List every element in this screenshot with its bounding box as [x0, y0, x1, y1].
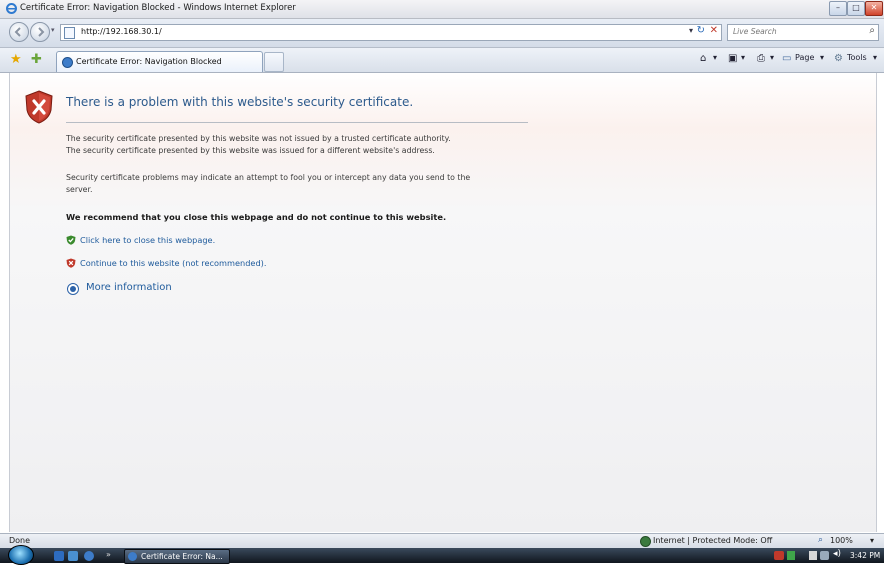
back-arrow-icon: [14, 27, 21, 37]
home-icon[interactable]: ⌂: [700, 53, 706, 64]
security-warning-shield-icon: [25, 90, 53, 124]
internet-zone-globe-icon: [640, 536, 651, 547]
quicklaunch-overflow-icon[interactable]: »: [106, 550, 111, 559]
taskbar-button-label: Certificate Error: Na...: [141, 552, 223, 561]
page-heading: There is a problem with this website's s…: [66, 95, 414, 109]
status-text: Done: [9, 536, 31, 545]
home-dropdown-icon[interactable]: ▾: [713, 53, 717, 62]
tray-alert-icon[interactable]: [774, 551, 784, 560]
green-shield-icon: [66, 235, 76, 245]
stop-icon[interactable]: ✕: [710, 25, 718, 36]
taskbar-ie-button[interactable]: Certificate Error: Na...: [124, 549, 230, 564]
heading-divider: [66, 122, 528, 123]
zoom-dropdown-icon[interactable]: ▾: [870, 536, 874, 545]
new-tab-button[interactable]: [264, 52, 284, 72]
page-content: There is a problem with this website's s…: [9, 73, 877, 532]
tray-app-icon[interactable]: [787, 551, 795, 560]
warning-text-line2: server.: [66, 185, 93, 194]
window-title: Certificate Error: Navigation Blocked - …: [20, 3, 296, 13]
address-mismatch-text: The security certificate presented by th…: [66, 146, 435, 155]
add-to-favorites-icon[interactable]: ✚: [31, 52, 42, 67]
zoom-level[interactable]: 100%: [830, 536, 853, 545]
tools-menu-button[interactable]: Tools: [847, 53, 867, 62]
volume-icon[interactable]: ◂): [833, 549, 841, 559]
more-information-link[interactable]: More information: [86, 282, 172, 293]
address-url[interactable]: http://192.168.30.1/: [81, 27, 162, 36]
page-menu-button[interactable]: Page: [795, 53, 814, 62]
ie-page-icon: [62, 57, 73, 68]
address-dropdown-icon[interactable]: ▾: [689, 26, 693, 35]
search-box[interactable]: Live Search ⌕: [727, 24, 879, 41]
continue-to-website-link[interactable]: Continue to this website (not recommende…: [80, 258, 266, 268]
taskbar: » Certificate Error: Na... ◂) 3:42 PM: [0, 545, 884, 565]
close-window-button[interactable]: ✕: [865, 1, 883, 16]
tab-certificate-error[interactable]: Certificate Error: Navigation Blocked: [56, 51, 263, 72]
clock[interactable]: 3:42 PM: [850, 551, 880, 560]
print-dropdown-icon[interactable]: ▾: [770, 53, 774, 62]
address-bar[interactable]: http://192.168.30.1/ ▾ ↻ ✕: [60, 24, 722, 41]
untrusted-ca-text: The security certificate presented by th…: [66, 134, 451, 143]
title-bar: Certificate Error: Navigation Blocked - …: [0, 0, 884, 19]
security-zone-text[interactable]: Internet | Protected Mode: Off: [653, 536, 772, 545]
tab-label: Certificate Error: Navigation Blocked: [76, 57, 222, 66]
feeds-icon[interactable]: ▣: [728, 53, 737, 64]
page-menu-icon[interactable]: ▭: [782, 53, 791, 64]
address-toolbar: ▾ http://192.168.30.1/ ▾ ↻ ✕ Live Search…: [0, 19, 884, 48]
tools-dropdown-icon[interactable]: ▾: [873, 53, 877, 62]
page-dropdown-icon[interactable]: ▾: [820, 53, 824, 62]
ie-quicklaunch-icon[interactable]: [84, 551, 94, 561]
start-orb-button[interactable]: [8, 545, 34, 565]
tools-gear-icon[interactable]: ⚙: [834, 53, 843, 64]
forward-button[interactable]: [30, 22, 50, 42]
red-shield-icon: [66, 258, 76, 268]
print-icon[interactable]: ⎙: [757, 53, 765, 64]
zoom-magnifier-icon[interactable]: ⌕: [818, 535, 823, 545]
search-placeholder[interactable]: Live Search: [733, 27, 777, 36]
tab-bar: ★ ✚ Certificate Error: Navigation Blocke…: [0, 48, 884, 73]
favorites-center-icon[interactable]: ★: [10, 52, 22, 67]
expand-circle-icon[interactable]: [67, 283, 79, 295]
search-icon[interactable]: ⌕: [869, 25, 875, 36]
ie-task-icon: [128, 552, 137, 561]
switch-windows-icon[interactable]: [68, 551, 78, 561]
feeds-dropdown-icon[interactable]: ▾: [741, 53, 745, 62]
back-button[interactable]: [9, 22, 29, 42]
status-bar: Done Internet | Protected Mode: Off ⌕ 10…: [0, 533, 884, 548]
history-dropdown-icon[interactable]: ▾: [51, 26, 55, 34]
page-icon: [64, 27, 75, 39]
maximize-button[interactable]: □: [847, 1, 865, 16]
warning-text-line1: Security certificate problems may indica…: [66, 173, 471, 182]
close-webpage-link[interactable]: Click here to close this webpage.: [80, 235, 215, 245]
power-icon[interactable]: [820, 551, 829, 560]
recommendation-text: We recommend that you close this webpage…: [66, 212, 447, 222]
forward-arrow-icon: [38, 27, 45, 37]
show-desktop-icon[interactable]: [54, 551, 64, 561]
refresh-icon[interactable]: ↻: [697, 25, 705, 36]
network-icon[interactable]: [809, 551, 817, 560]
minimize-button[interactable]: –: [829, 1, 847, 16]
ie-logo-icon: [6, 3, 17, 14]
